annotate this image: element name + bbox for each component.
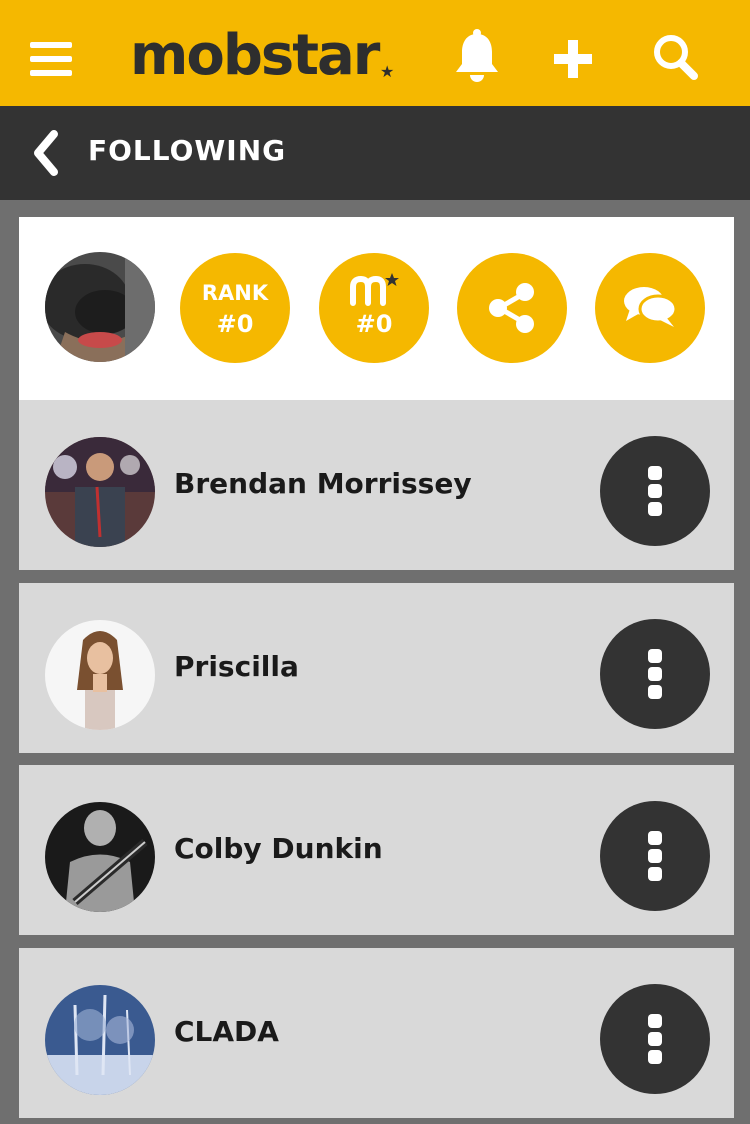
rank-value: #0 <box>216 310 254 338</box>
avatar[interactable] <box>45 437 155 547</box>
more-options-button[interactable] <box>600 619 710 729</box>
more-options-button[interactable] <box>600 984 710 1094</box>
chat-bubbles-icon <box>624 287 678 327</box>
list-item[interactable]: CLADA <box>19 948 734 1118</box>
more-options-button[interactable] <box>600 436 710 546</box>
page-title: FOLLOWING <box>88 134 287 167</box>
share-button[interactable] <box>457 253 567 363</box>
rank-label: RANK <box>201 281 269 305</box>
user-name[interactable]: CLADA <box>174 1015 279 1048</box>
chat-button[interactable] <box>595 253 705 363</box>
user-name[interactable]: Brendan Morrissey <box>174 467 472 500</box>
list-item[interactable]: Priscilla <box>19 583 734 753</box>
user-name[interactable]: Priscilla <box>174 650 299 683</box>
profile-avatar[interactable] <box>45 252 155 362</box>
mobstar-score-button[interactable]: #0 <box>319 253 429 363</box>
avatar[interactable] <box>45 620 155 730</box>
more-options-button[interactable] <box>600 801 710 911</box>
mobstar-score-value: #0 <box>355 310 393 338</box>
avatar[interactable] <box>45 985 155 1095</box>
hamburger-menu-icon[interactable] <box>30 42 72 76</box>
user-name[interactable]: Colby Dunkin <box>174 832 383 865</box>
list-item[interactable]: Colby Dunkin <box>19 765 734 935</box>
plus-icon[interactable] <box>548 28 598 84</box>
avatar[interactable] <box>45 802 155 912</box>
bell-icon[interactable] <box>452 28 502 84</box>
mobstar-logo: mobstar <box>130 23 380 88</box>
mobstar-m-icon <box>350 273 399 306</box>
list-item[interactable]: Brendan Morrissey <box>19 400 734 570</box>
search-icon[interactable] <box>650 28 700 84</box>
chevron-left-icon[interactable] <box>30 130 62 176</box>
share-icon <box>489 283 534 333</box>
rank-button[interactable]: RANK #0 <box>180 253 290 363</box>
logo-star-icon: ★ <box>380 62 395 81</box>
